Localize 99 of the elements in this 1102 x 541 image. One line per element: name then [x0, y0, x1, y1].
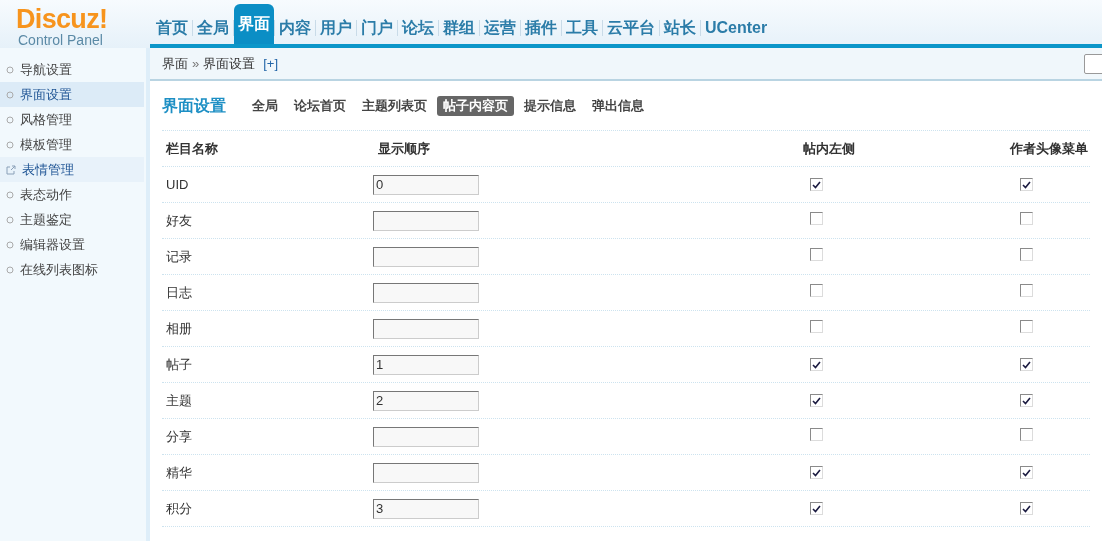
nav-tab[interactable]: 工具	[562, 12, 602, 44]
checkbox[interactable]	[810, 319, 823, 333]
check-icon	[812, 468, 821, 477]
nav-tab[interactable]: UCenter	[701, 12, 772, 44]
column-header: 栏目名称	[165, 139, 219, 158]
breadcrumb-current: 界面设置	[203, 54, 256, 73]
sidebar-item[interactable]: 导航设置	[0, 57, 144, 82]
checkbox[interactable]	[1020, 178, 1033, 192]
sidebar-item[interactable]: 表态动作	[0, 182, 144, 207]
table-cell-text: 记录	[165, 247, 193, 266]
checkbox[interactable]	[1020, 211, 1033, 225]
input-field[interactable]	[373, 426, 479, 447]
column-header: 作者头像菜单	[1010, 139, 1088, 158]
check-icon	[1022, 504, 1031, 513]
sidebar-item[interactable]: 编辑器设置	[0, 232, 144, 257]
checkbox[interactable]	[810, 427, 823, 441]
column-header: 帖内左侧	[802, 139, 856, 158]
nav-tab[interactable]: 门户	[357, 12, 397, 44]
nav-tab[interactable]: 云平台	[603, 12, 659, 44]
checkbox[interactable]	[1020, 466, 1033, 480]
checkbox[interactable]	[810, 466, 823, 480]
sidebar-item[interactable]: 模板管理	[0, 132, 144, 157]
checkbox[interactable]	[810, 178, 823, 192]
checkbox[interactable]	[810, 247, 823, 261]
checkbox[interactable]	[1020, 247, 1033, 261]
check-icon	[812, 180, 821, 189]
checkbox[interactable]	[1020, 358, 1033, 372]
sidebar-item[interactable]: 表情管理	[0, 157, 144, 182]
nav-tab[interactable]: 站长	[660, 12, 700, 44]
check-icon	[1022, 396, 1031, 405]
check-icon	[1022, 468, 1031, 477]
nav-tab[interactable]: 界面	[234, 4, 274, 44]
table-cell-text: 分享	[165, 427, 193, 446]
checkbox[interactable]	[810, 283, 823, 297]
checkbox[interactable]	[1020, 502, 1033, 516]
check-icon	[1022, 180, 1031, 189]
nav-tab[interactable]: 内容	[275, 12, 315, 44]
input-field[interactable]	[373, 210, 479, 231]
table-cell-text: 精华	[165, 463, 193, 482]
table-cell-text: 帖子	[165, 355, 193, 374]
checkbox[interactable]	[1020, 319, 1033, 333]
table-cell-text: 好友	[165, 211, 193, 230]
checkbox[interactable]	[1020, 427, 1033, 441]
nav-tab[interactable]: 首页	[152, 12, 192, 44]
sidebar-item[interactable]: 风格管理	[0, 107, 144, 132]
tab[interactable]: 主题列表页	[356, 96, 433, 116]
input-field[interactable]	[373, 462, 479, 483]
breadcrumb-item[interactable]: 界面	[162, 53, 188, 74]
logo: Discuz!	[16, 6, 108, 32]
checkbox[interactable]	[1020, 283, 1033, 297]
input-field[interactable]: 0	[373, 174, 479, 195]
checkbox[interactable]	[1020, 394, 1033, 408]
input-field[interactable]	[373, 246, 479, 267]
nav-tab[interactable]: 插件	[521, 12, 561, 44]
tab[interactable]: 帖子内容页	[437, 96, 514, 116]
tab[interactable]: 论坛首页	[288, 96, 352, 116]
table-cell-text: UID	[165, 175, 190, 194]
table-cell-text: 主题	[165, 391, 193, 410]
bullet-icon	[6, 90, 14, 99]
input-field[interactable]	[373, 282, 479, 303]
sidebar-item[interactable]: 在线列表图标	[0, 257, 144, 282]
logo-subtitle: Control Panel	[17, 32, 103, 48]
tab[interactable]: 弹出信息	[586, 96, 650, 116]
column-header: 显示顺序	[377, 139, 431, 158]
page-title: 界面设置	[162, 96, 226, 116]
input-field[interactable]: 3	[373, 498, 479, 519]
check-icon	[812, 504, 821, 513]
checkbox[interactable]	[810, 394, 823, 408]
table-cell-text: 相册	[165, 319, 193, 338]
input-field[interactable]: 2	[373, 390, 479, 411]
nav-tab[interactable]: 运营	[480, 12, 520, 44]
bullet-icon	[6, 65, 14, 74]
add-shortcut-link[interactable]: [+]	[263, 53, 279, 74]
check-icon	[812, 396, 821, 405]
external-link-icon	[6, 164, 16, 175]
table-cell-text: 积分	[165, 499, 193, 518]
bullet-icon	[6, 115, 14, 124]
bullet-icon	[6, 265, 14, 274]
bullet-icon	[6, 140, 14, 149]
tab[interactable]: 全局	[246, 96, 284, 116]
bullet-icon	[6, 190, 14, 199]
tab[interactable]: 提示信息	[518, 96, 582, 116]
check-icon	[812, 360, 821, 369]
nav-tab[interactable]: 用户	[316, 12, 356, 44]
checkbox[interactable]	[810, 502, 823, 516]
check-icon	[1022, 360, 1031, 369]
breadcrumb-separator: »	[192, 54, 200, 73]
input-field[interactable]: 1	[373, 354, 479, 375]
bullet-icon	[6, 240, 14, 249]
nav-tab[interactable]: 群组	[439, 12, 479, 44]
input-field[interactable]	[373, 318, 479, 339]
table-cell-text: 日志	[165, 283, 193, 302]
nav-tab[interactable]: 全局	[193, 12, 233, 44]
bullet-icon	[6, 215, 14, 224]
checkbox[interactable]	[810, 358, 823, 372]
checkbox[interactable]	[810, 211, 823, 225]
sidebar-item[interactable]: 界面设置	[0, 82, 144, 107]
sidebar-item[interactable]: 主题鉴定	[0, 207, 144, 232]
nav-tab[interactable]: 论坛	[398, 12, 438, 44]
